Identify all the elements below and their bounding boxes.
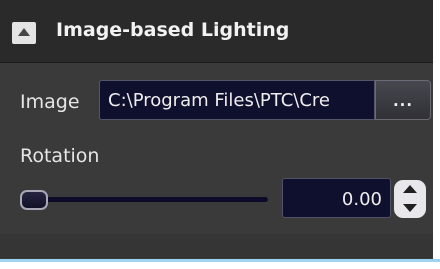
triangle-up-icon (403, 185, 417, 193)
rotation-label: Rotation (20, 145, 100, 167)
rotation-value-field[interactable]: 0.00 (282, 178, 391, 218)
rotation-spinner (394, 180, 426, 218)
panel-footer (0, 234, 433, 258)
browse-button-label: ... (392, 92, 414, 110)
image-label: Image (20, 91, 80, 113)
image-path-field[interactable]: C:\Program Files\PTC\Cre (99, 80, 375, 120)
image-path-value: C:\Program Files\PTC\Cre (108, 90, 331, 111)
image-based-lighting-panel: Image-based Lighting Image C:\Program Fi… (0, 0, 433, 260)
selection-accent-line (0, 259, 440, 262)
spinner-down-button[interactable] (394, 199, 426, 218)
spinner-up-button[interactable] (394, 180, 426, 199)
rotation-slider-thumb[interactable] (20, 190, 48, 210)
triangle-down-icon (403, 204, 417, 212)
rotation-value: 0.00 (341, 189, 382, 210)
panel-title: Image-based Lighting (56, 19, 290, 41)
rotation-slider-track[interactable] (22, 197, 268, 202)
collapse-button[interactable] (12, 22, 36, 44)
panel-header[interactable]: Image-based Lighting (0, 0, 433, 63)
browse-button[interactable]: ... (375, 80, 431, 120)
triangle-up-icon (18, 28, 30, 36)
